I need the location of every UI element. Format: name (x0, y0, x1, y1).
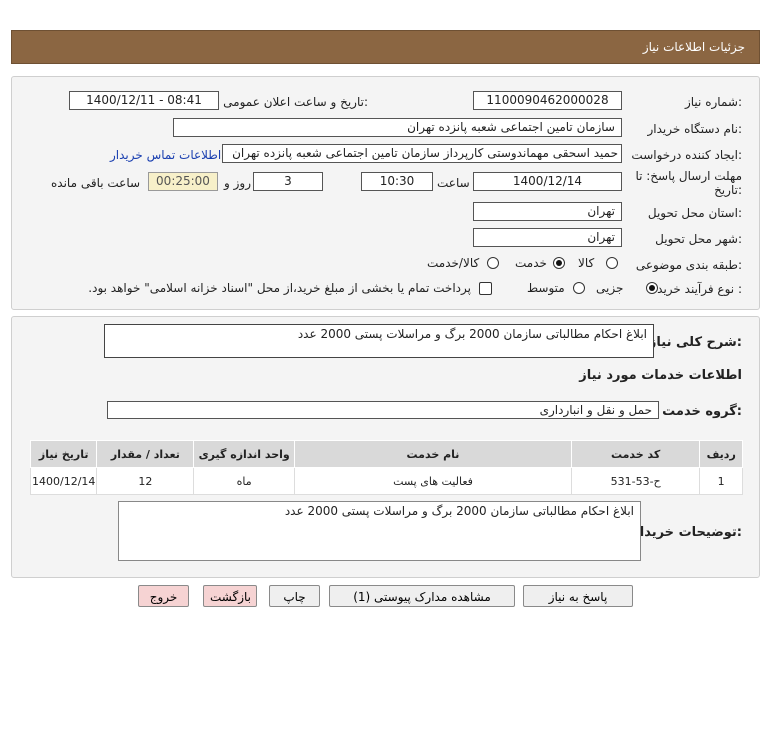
deadline-date-field: 1400/12/14 (473, 172, 622, 191)
category-goods-service-label: کالا/خدمت (427, 256, 480, 270)
col-unit: واحد اندازه گیری (193, 440, 296, 468)
deadline-days-field: 3 (253, 172, 323, 191)
cell-need-date: 1400/12/14 (29, 467, 98, 495)
process-radio-medium[interactable] (573, 282, 585, 294)
days-label: روز و (224, 176, 251, 190)
page-title: جزئیات اطلاعات نیاز (642, 40, 745, 54)
service-group-field: حمل و نقل و انبارداری (107, 401, 659, 419)
page-header: جزئیات اطلاعات نیاز (11, 30, 760, 64)
remaining-label: ساعت باقی مانده (51, 176, 141, 190)
cell-unit: ماه (193, 467, 296, 495)
treasury-payment-checkbox[interactable] (479, 282, 492, 295)
buyer-org-label: نام دستگاه خریدار: (647, 122, 743, 136)
back-button[interactable]: بازگشت (203, 585, 257, 607)
reply-button[interactable]: پاسخ به نیاز (523, 585, 633, 607)
city-label: شهر محل تحویل: (655, 232, 742, 246)
table-row: 1 ح-53-531 فعالیت های پست ماه 12 1400/12… (29, 467, 743, 495)
process-minor-label: جزیی (596, 281, 624, 295)
services-table: ردیف کد خدمت نام خدمت واحد اندازه گیری ت… (29, 440, 743, 495)
category-goods-label: کالا (578, 256, 595, 270)
cell-service-name: فعالیت های پست (294, 467, 572, 495)
col-service-name: نام خدمت (294, 440, 572, 468)
buyer-notes-label: توضیحات خریدار: (632, 525, 742, 540)
requester-label: ایجاد کننده درخواست: (631, 148, 742, 162)
cell-service-code: ح-53-531 (570, 467, 701, 495)
buyer-org-field: سازمان تامین اجتماعی شعبه پانزده تهران (173, 118, 622, 137)
col-quantity: تعداد / مقدار (96, 440, 195, 468)
services-section-title: اطلاعات خدمات مورد نیاز (579, 368, 742, 383)
remaining-time-field: 00:25:00 (148, 172, 218, 191)
col-service-code: کد خدمت (570, 440, 701, 468)
need-number-label: شماره نیاز: (684, 95, 742, 109)
announce-label: تاریخ و ساعت اعلان عمومی: (223, 95, 368, 109)
announce-field: 1400/12/11 - 08:41 (69, 91, 219, 110)
services-table-header: ردیف کد خدمت نام خدمت واحد اندازه گیری ت… (29, 440, 743, 468)
province-field: تهران (473, 202, 622, 221)
treasury-payment-note: پرداخت تمام یا بخشی از مبلغ خرید،از محل … (88, 281, 471, 295)
city-field: تهران (473, 228, 622, 247)
category-service-label: خدمت (515, 256, 547, 270)
category-radio-goods-service[interactable] (487, 257, 499, 269)
process-radio-minor[interactable] (646, 282, 658, 294)
col-row: ردیف (699, 440, 743, 468)
buyer-contact-link[interactable]: اطلاعات تماس خریدار (110, 148, 221, 162)
exit-button[interactable]: خروج (138, 585, 189, 607)
deadline-time-label: ساعت (437, 176, 470, 190)
print-button[interactable]: چاپ (269, 585, 320, 607)
province-label: استان محل تحویل: (647, 206, 742, 220)
need-number-field: 1100090462000028 (473, 91, 622, 110)
category-radio-service[interactable] (553, 257, 565, 269)
deadline-label-line2: تاریخ: (714, 183, 742, 197)
buyer-notes-field: ابلاغ احکام مطالباتی سازمان 2000 برگ و م… (118, 501, 641, 561)
requester-field: حمید اسحقی مهماندوستی کارپرداز سازمان تا… (222, 144, 622, 163)
process-medium-label: متوسط (527, 281, 565, 295)
category-radio-goods[interactable] (606, 257, 618, 269)
summary-field: ابلاغ احکام مطالباتی سازمان 2000 برگ و م… (104, 324, 654, 358)
need-details-panel (11, 76, 760, 310)
cell-row: 1 (699, 467, 743, 495)
service-group-label: گروه خدمت: (662, 404, 742, 419)
col-need-date: تاریخ نیاز (29, 440, 98, 468)
category-label: طبقه بندی موضوعی: (635, 258, 742, 272)
deadline-time-field: 10:30 (361, 172, 433, 191)
cell-quantity: 12 (96, 467, 195, 495)
summary-label: شرح کلی نیاز: (648, 335, 742, 350)
deadline-label-line1: مهلت ارسال پاسخ: تا (635, 169, 742, 183)
process-label: نوع فرآیند خرید : (657, 282, 742, 296)
view-attachments-button[interactable]: مشاهده مدارک پیوستی (1) (329, 585, 515, 607)
